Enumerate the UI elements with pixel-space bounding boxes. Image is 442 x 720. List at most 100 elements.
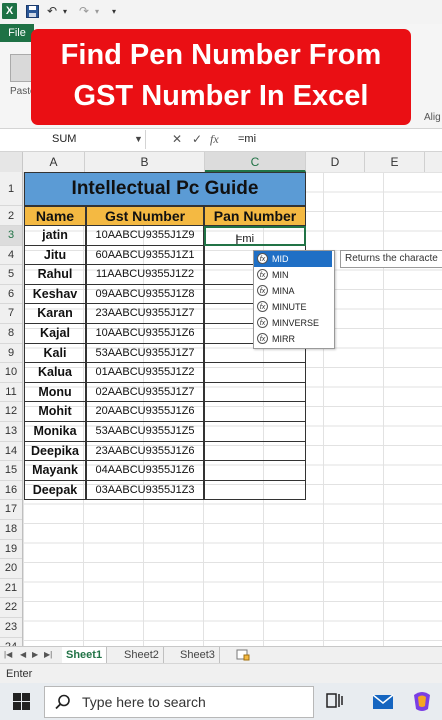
gst-cell[interactable]: 02AABCU9355J1Z7: [86, 382, 204, 403]
row-header-12[interactable]: 12: [0, 402, 22, 422]
search-placeholder[interactable]: Type here to search: [82, 694, 206, 710]
gst-cell[interactable]: 01AABCU9355J1Z2: [86, 363, 204, 383]
gst-cell[interactable]: 09AABCU9355J1Z8: [86, 284, 204, 305]
name-box[interactable]: SUM: [0, 130, 146, 149]
row-header-16[interactable]: 16: [0, 481, 22, 501]
cancel-formula-icon[interactable]: ✕: [172, 130, 182, 149]
last-sheet-icon[interactable]: ▶|: [44, 647, 52, 663]
autocomplete-item[interactable]: fx MINVERSE: [254, 315, 332, 331]
header-pan-number[interactable]: Pan Number: [204, 206, 306, 226]
row-header-13[interactable]: 13: [0, 422, 22, 442]
row-header-15[interactable]: 15: [0, 461, 22, 481]
name-cell[interactable]: Mayank: [24, 461, 86, 481]
row-header-23[interactable]: 23: [0, 618, 22, 638]
enter-formula-icon[interactable]: ✓: [192, 130, 202, 149]
autocomplete-item[interactable]: fx MINA: [254, 283, 332, 299]
autocomplete-item[interactable]: fx MID: [254, 251, 332, 267]
row-header-7[interactable]: 7: [0, 304, 22, 324]
row-header-10[interactable]: 10: [0, 363, 22, 383]
active-cell-input[interactable]: =mi: [236, 233, 254, 245]
save-icon[interactable]: [24, 3, 40, 20]
row-header-1[interactable]: 1: [0, 172, 22, 206]
row-header-6[interactable]: 6: [0, 285, 22, 305]
row-header-4[interactable]: 4: [0, 246, 22, 266]
copilot-icon[interactable]: [410, 691, 434, 718]
row-header-8[interactable]: 8: [0, 324, 22, 344]
name-cell[interactable]: Mohit: [24, 402, 86, 422]
paste-icon[interactable]: [10, 54, 32, 82]
column-header-c[interactable]: C: [205, 152, 306, 172]
first-sheet-icon[interactable]: |◀: [4, 647, 12, 663]
sheet-tab-2[interactable]: Sheet2: [120, 647, 164, 663]
gst-cell[interactable]: 53AABCU9355J1Z7: [86, 343, 204, 364]
row-header-21[interactable]: 21: [0, 579, 22, 599]
pan-cell[interactable]: [204, 422, 306, 442]
prev-sheet-icon[interactable]: ◀: [20, 647, 26, 663]
redo-icon[interactable]: ↷: [76, 3, 92, 20]
row-header-19[interactable]: 19: [0, 540, 22, 560]
name-cell[interactable]: Deepak: [24, 480, 86, 501]
pan-cell[interactable]: [204, 480, 306, 501]
gst-cell[interactable]: 23AABCU9355J1Z6: [86, 441, 204, 462]
row-header-17[interactable]: 17: [0, 500, 22, 520]
pan-cell[interactable]: [204, 402, 306, 422]
file-tab[interactable]: File: [0, 24, 34, 42]
column-header-b[interactable]: B: [85, 152, 205, 172]
row-header-22[interactable]: 22: [0, 598, 22, 618]
sheet-tab-3[interactable]: Sheet3: [176, 647, 220, 663]
pan-cell[interactable]: [204, 441, 306, 462]
name-cell[interactable]: Keshav: [24, 284, 86, 305]
pan-cell[interactable]: [204, 363, 306, 383]
header-name[interactable]: Name: [24, 206, 86, 226]
gst-cell[interactable]: 10AABCU9355J1Z6: [86, 324, 204, 344]
gst-cell[interactable]: 11AABCU9355J1Z2: [86, 265, 204, 285]
name-cell[interactable]: Kajal: [24, 324, 86, 344]
pan-cell[interactable]: [204, 461, 306, 481]
row-header-24[interactable]: 24: [0, 638, 22, 646]
name-cell[interactable]: Kali: [24, 343, 86, 364]
formula-input[interactable]: =mi: [238, 130, 256, 149]
column-header-a[interactable]: A: [23, 152, 85, 172]
windows-start-icon[interactable]: [13, 693, 30, 715]
name-cell[interactable]: jatin: [24, 226, 86, 246]
undo-icon[interactable]: ↶: [44, 3, 60, 20]
header-gst-number[interactable]: Gst Number: [86, 206, 204, 226]
row-header-11[interactable]: 11: [0, 383, 22, 403]
row-header-18[interactable]: 18: [0, 520, 22, 540]
next-sheet-icon[interactable]: ▶: [32, 647, 38, 663]
row-header-14[interactable]: 14: [0, 442, 22, 462]
gst-cell[interactable]: 10AABCU9355J1Z9: [86, 226, 204, 246]
row-header-5[interactable]: 5: [0, 265, 22, 285]
customize-toolbar-icon[interactable]: ▾: [108, 3, 120, 20]
pan-cell[interactable]: [204, 382, 306, 403]
name-box-dropdown-icon[interactable]: ▼: [134, 130, 143, 149]
active-pan-cell[interactable]: [204, 226, 306, 246]
new-sheet-icon[interactable]: [232, 647, 254, 663]
gst-cell[interactable]: 23AABCU9355J1Z7: [86, 304, 204, 324]
name-cell[interactable]: Deepika: [24, 441, 86, 462]
task-view-icon[interactable]: [326, 692, 346, 715]
autocomplete-item[interactable]: fx MIRR: [254, 331, 332, 347]
name-cell[interactable]: Monu: [24, 382, 86, 403]
name-cell[interactable]: Monika: [24, 422, 86, 442]
autocomplete-item[interactable]: fx MINUTE: [254, 299, 332, 315]
name-cell[interactable]: Kalua: [24, 363, 86, 383]
name-cell[interactable]: Jitu: [24, 245, 86, 266]
undo-dropdown-icon[interactable]: ▾: [60, 3, 70, 20]
select-all-corner[interactable]: [0, 152, 23, 172]
name-cell[interactable]: Karan: [24, 304, 86, 324]
row-header-20[interactable]: 20: [0, 559, 22, 579]
redo-dropdown-icon[interactable]: ▾: [92, 3, 102, 20]
row-header-2[interactable]: 2: [0, 206, 22, 226]
table-title-cell[interactable]: Intellectual Pc Guide: [24, 172, 306, 206]
gst-cell[interactable]: 04AABCU9355J1Z6: [86, 461, 204, 481]
autocomplete-item[interactable]: fx MIN: [254, 267, 332, 283]
gst-cell[interactable]: 53AABCU9355J1Z5: [86, 422, 204, 442]
row-header-3[interactable]: 3: [0, 226, 22, 246]
row-header-9[interactable]: 9: [0, 344, 22, 364]
gst-cell[interactable]: 60AABCU9355J1Z1: [86, 245, 204, 266]
name-cell[interactable]: Rahul: [24, 265, 86, 285]
gst-cell[interactable]: 03AABCU9355J1Z3: [86, 480, 204, 501]
mail-icon[interactable]: [372, 694, 394, 715]
gst-cell[interactable]: 20AABCU9355J1Z6: [86, 402, 204, 422]
